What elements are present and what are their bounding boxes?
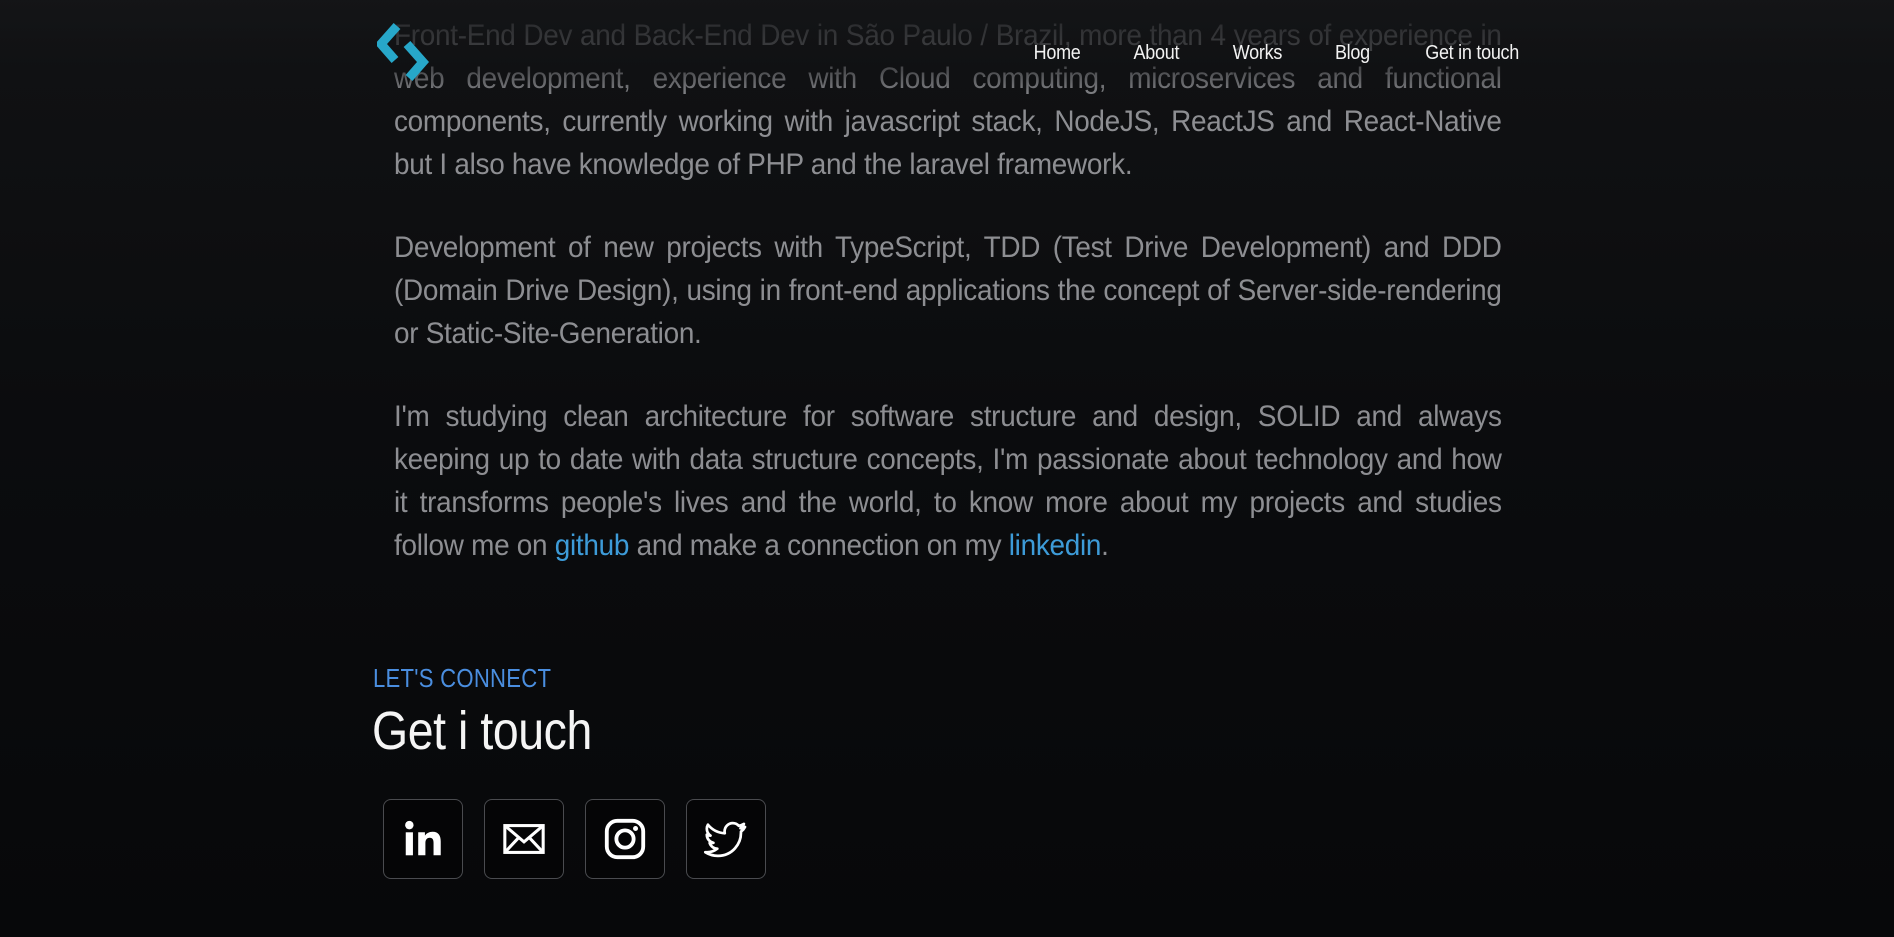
nav-home[interactable]: Home [1034, 42, 1081, 65]
about-paragraph-3-text-3: . [1101, 529, 1109, 562]
about-paragraph-2: Development of new projects with TypeScr… [394, 231, 1502, 350]
instagram-icon [604, 818, 646, 860]
about-text: Front-End Dev and Back-End Dev in São Pa… [394, 14, 1502, 607]
nav-blog[interactable]: Blog [1335, 42, 1370, 65]
connect-eyebrow: LET'S CONNECT [373, 663, 552, 693]
mail-button[interactable] [484, 799, 564, 879]
mail-icon [503, 824, 545, 854]
logo-icon[interactable] [375, 22, 429, 82]
nav-about[interactable]: About [1134, 42, 1180, 65]
about-paragraph-3: I'm studying clean architecture for soft… [394, 395, 1502, 567]
linkedin-icon [405, 820, 441, 856]
social-links [383, 799, 766, 879]
nav-get-in-touch[interactable]: Get in touch [1425, 42, 1519, 65]
twitter-icon [703, 821, 747, 858]
instagram-button[interactable] [585, 799, 665, 879]
site-header: Home About Works Blog Get in touch [0, 0, 1894, 100]
github-link[interactable]: github [555, 529, 630, 562]
linkedin-button[interactable] [383, 799, 463, 879]
nav-works[interactable]: Works [1233, 42, 1283, 65]
about-paragraph-3-text-2: and make a connection on my [629, 529, 1009, 562]
main-nav: Home About Works Blog Get in touch [983, 42, 1524, 65]
page: Front-End Dev and Back-End Dev in São Pa… [0, 0, 1894, 937]
connect-title: Get i touch [372, 701, 592, 761]
twitter-button[interactable] [686, 799, 766, 879]
linkedin-link[interactable]: linkedin [1009, 529, 1102, 562]
